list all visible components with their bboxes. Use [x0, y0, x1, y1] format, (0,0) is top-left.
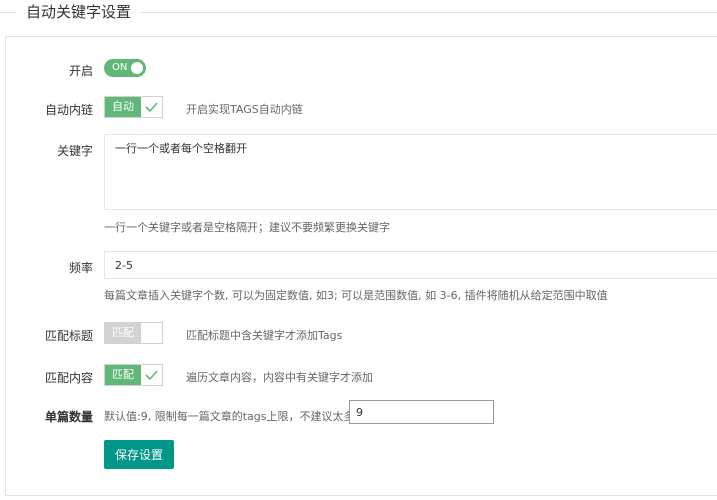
enable-label: 开启	[68, 64, 93, 78]
match-content-hint: 遍历文章内容，内容中有关键字才添加	[186, 371, 373, 384]
check-icon	[141, 323, 162, 343]
auto-link-checkbox-text: 自动	[105, 97, 141, 117]
auto-link-label: 自动内链	[44, 103, 93, 117]
single-count-label: 单篇数量	[44, 410, 93, 424]
save-button[interactable]: 保存设置	[104, 440, 174, 469]
frequency-label: 频率	[68, 261, 93, 275]
match-title-label: 匹配标题	[44, 329, 93, 343]
match-content-checkbox-text: 匹配	[105, 365, 141, 385]
match-title-hint: 匹配标题中含关键字才添加Tags	[186, 329, 343, 342]
match-content-label: 匹配内容	[44, 371, 93, 385]
frequency-hint: 每篇文章插入关键字个数, 可以为固定数值, 如3; 可以是范围数值, 如 3-6…	[104, 289, 608, 302]
match-content-checkbox[interactable]: 匹配	[104, 364, 163, 386]
section-title: 自动关键字设置	[16, 2, 142, 22]
match-title-checkbox[interactable]: 匹配	[104, 322, 163, 344]
frequency-input[interactable]	[104, 251, 717, 279]
switch-text: ON	[112, 62, 128, 73]
single-count-hint: 默认值:9, 限制每一篇文章的tags上限，不建议太多	[104, 410, 355, 423]
match-title-checkbox-text: 匹配	[105, 323, 141, 343]
enable-switch[interactable]: ON	[104, 59, 146, 77]
auto-link-checkbox[interactable]: 自动	[104, 96, 163, 118]
single-count-input[interactable]	[349, 400, 494, 424]
keywords-textarea[interactable]: 一行一个或者每个空格翻开	[104, 134, 717, 210]
switch-knob	[131, 62, 143, 74]
keywords-label: 关键字	[56, 144, 93, 158]
check-icon	[141, 365, 162, 385]
keywords-hint: 一行一个关键字或者是空格隔开；建议不要频繁更换关键字	[104, 221, 390, 234]
auto-link-hint: 开启实现TAGS自动内链	[186, 103, 303, 116]
check-icon	[141, 97, 162, 117]
